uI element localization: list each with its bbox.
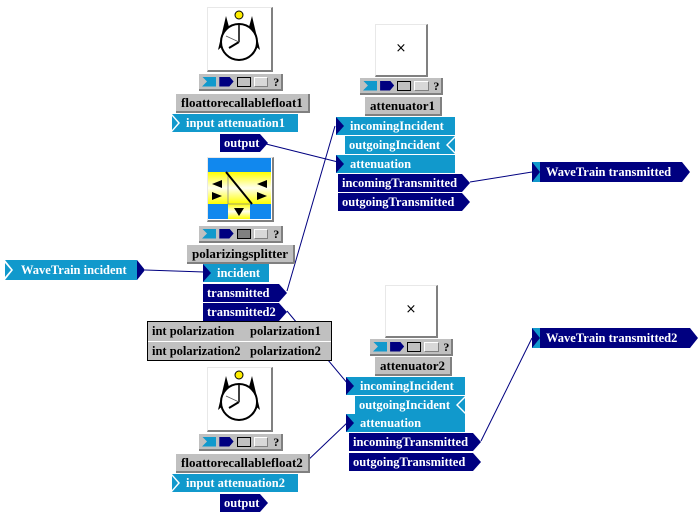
stopwatch-icon[interactable] bbox=[207, 367, 273, 432]
port-incident[interactable]: incident bbox=[203, 264, 269, 282]
box-icon[interactable] bbox=[236, 228, 252, 239]
x-mark-icon: × bbox=[395, 41, 407, 56]
box-icon[interactable] bbox=[407, 341, 422, 352]
port-incomingIncident[interactable]: incomingIncident bbox=[346, 377, 465, 395]
button-icon[interactable] bbox=[414, 80, 429, 91]
wire-transmitted-to-att1-incoming bbox=[286, 125, 336, 292]
block-toolbar: ? bbox=[360, 78, 443, 95]
parameter-row[interactable]: int polarization2 polarization2 bbox=[148, 341, 331, 361]
port-input-attenuation1[interactable]: input attenuation1 bbox=[172, 114, 298, 132]
x-mark-icon: × bbox=[405, 302, 417, 317]
button-icon[interactable] bbox=[424, 341, 439, 352]
block-label-floattorecallablefloat1[interactable]: floattorecallablefloat1 bbox=[176, 94, 310, 113]
block-label-attenuator2[interactable]: attenuator2 bbox=[375, 357, 452, 376]
external-port-wavetrain-transmitted2[interactable]: WaveTrain transmitted2 bbox=[532, 328, 698, 348]
attenuator-icon[interactable]: × bbox=[375, 24, 428, 77]
port-output[interactable]: output bbox=[220, 494, 268, 512]
button-icon[interactable] bbox=[254, 228, 269, 239]
box-icon[interactable] bbox=[236, 436, 252, 447]
block-label-floattorecallablefloat2[interactable]: floattorecallablefloat2 bbox=[176, 454, 310, 473]
button-icon[interactable] bbox=[254, 76, 269, 87]
attenuator-icon[interactable]: × bbox=[385, 285, 438, 338]
output-port-icon[interactable] bbox=[390, 341, 405, 352]
block-label-polarizingsplitter[interactable]: polarizingsplitter bbox=[187, 245, 296, 264]
port-outgoingIncident[interactable]: outgoingIncident bbox=[345, 136, 455, 154]
port-incomingTransmitted[interactable]: incomingTransmitted bbox=[349, 433, 481, 451]
help-icon[interactable]: ? bbox=[271, 436, 281, 448]
help-icon[interactable]: ? bbox=[442, 341, 451, 353]
block-toolbar: ? bbox=[199, 434, 283, 451]
button-icon[interactable] bbox=[254, 436, 269, 447]
input-port-icon[interactable] bbox=[363, 80, 378, 91]
port-output[interactable]: output bbox=[220, 134, 268, 152]
output-port-icon[interactable] bbox=[219, 228, 234, 239]
parameter-table: int polarization polarization1 int polari… bbox=[147, 321, 332, 361]
parameter-row[interactable]: int polarization polarization1 bbox=[148, 322, 331, 341]
help-icon[interactable]: ? bbox=[271, 76, 281, 88]
external-port-wavetrain-transmitted[interactable]: WaveTrain transmitted bbox=[532, 162, 690, 182]
port-outgoingIncident[interactable]: outgoingIncident bbox=[355, 396, 465, 414]
block-toolbar: ? bbox=[370, 339, 453, 356]
output-port-icon[interactable] bbox=[219, 76, 234, 87]
wire-att1-transmitted-to-wave bbox=[469, 171, 533, 183]
polarizing-splitter-icon[interactable] bbox=[207, 157, 274, 222]
port-incomingIncident[interactable]: incomingIncident bbox=[336, 117, 455, 135]
output-port-icon[interactable] bbox=[380, 80, 395, 91]
port-outgoingTransmitted[interactable]: outgoingTransmitted bbox=[349, 453, 481, 471]
port-attenuation[interactable]: attenuation bbox=[336, 155, 455, 173]
box-icon[interactable] bbox=[397, 80, 412, 91]
port-transmitted2[interactable]: transmitted2 bbox=[203, 303, 287, 321]
port-incomingTransmitted[interactable]: incomingTransmitted bbox=[338, 174, 470, 192]
input-port-icon[interactable] bbox=[202, 228, 217, 239]
port-attenuation[interactable]: attenuation bbox=[346, 414, 465, 432]
wire-att2-transmitted-to-wave2 bbox=[480, 337, 533, 442]
input-port-icon[interactable] bbox=[373, 341, 388, 352]
port-outgoingTransmitted[interactable]: outgoingTransmitted bbox=[338, 193, 470, 211]
output-port-icon[interactable] bbox=[219, 436, 234, 447]
wire-float2-to-att2-attenuation bbox=[304, 421, 349, 464]
input-port-icon[interactable] bbox=[202, 436, 217, 447]
input-port-icon[interactable] bbox=[202, 76, 217, 87]
port-input-attenuation2[interactable]: input attenuation2 bbox=[172, 474, 298, 492]
external-port-wavetrain-incident[interactable]: WaveTrain incident bbox=[5, 260, 145, 280]
stopwatch-icon[interactable] bbox=[207, 7, 273, 72]
block-toolbar: ? bbox=[199, 226, 283, 243]
help-icon[interactable]: ? bbox=[271, 228, 281, 240]
wire-output1-to-att1-attenuation bbox=[261, 142, 343, 164]
help-icon[interactable]: ? bbox=[432, 80, 441, 92]
block-label-attenuator1[interactable]: attenuator1 bbox=[365, 97, 442, 116]
wire-incident-to-splitter bbox=[144, 269, 205, 273]
box-icon[interactable] bbox=[236, 76, 252, 87]
block-toolbar: ? bbox=[199, 74, 283, 91]
port-transmitted[interactable]: transmitted bbox=[203, 284, 287, 302]
